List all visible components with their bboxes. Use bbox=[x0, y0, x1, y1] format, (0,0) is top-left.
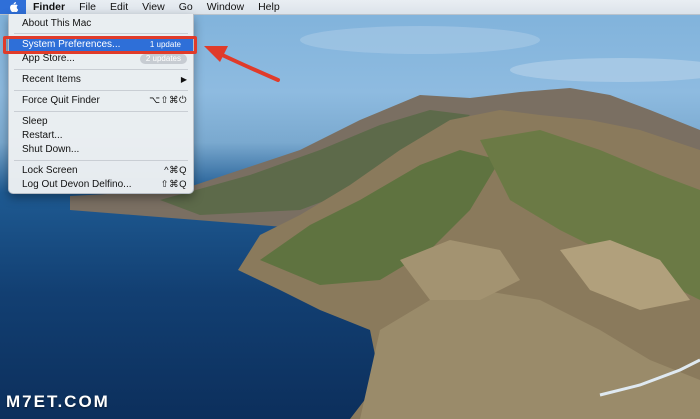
menu-item-label: Force Quit Finder bbox=[22, 95, 100, 106]
submenu-arrow-icon: ▶ bbox=[180, 75, 187, 84]
highlight-callout-box bbox=[3, 36, 197, 54]
menu-separator bbox=[14, 160, 188, 161]
watermark-text: M7ET.COM bbox=[6, 392, 110, 411]
update-badge: 2 updates bbox=[139, 54, 187, 64]
apple-icon bbox=[9, 2, 18, 12]
menu-item-about[interactable]: About This Mac bbox=[9, 17, 193, 31]
menu-item-label: Sleep bbox=[22, 116, 48, 127]
menu-item-log-out[interactable]: Log Out Devon Delfino... ⇧⌘Q bbox=[9, 178, 193, 192]
keyboard-shortcut: ^⌘Q bbox=[164, 165, 187, 176]
menu-separator bbox=[14, 90, 188, 91]
menu-view[interactable]: View bbox=[135, 0, 172, 14]
menu-item-label: About This Mac bbox=[22, 18, 92, 29]
menu-item-label: Shut Down... bbox=[22, 144, 80, 155]
menu-go[interactable]: Go bbox=[172, 0, 200, 14]
menu-item-label: Restart... bbox=[22, 130, 63, 141]
keyboard-shortcut: ⌥⇧⌘⏻ bbox=[149, 95, 187, 106]
menu-finder[interactable]: Finder bbox=[26, 0, 72, 14]
menu-item-shut-down[interactable]: Shut Down... bbox=[9, 143, 193, 157]
menu-separator bbox=[14, 111, 188, 112]
menu-separator bbox=[14, 33, 188, 34]
menu-item-label: Lock Screen bbox=[22, 165, 78, 176]
menu-bar: Finder File Edit View Go Window Help bbox=[0, 0, 700, 15]
menu-item-restart[interactable]: Restart... bbox=[9, 129, 193, 143]
menu-window[interactable]: Window bbox=[200, 0, 251, 14]
keyboard-shortcut: ⇧⌘Q bbox=[160, 179, 187, 190]
menu-item-label: Log Out Devon Delfino... bbox=[22, 179, 132, 190]
menu-item-recent-items[interactable]: Recent Items ▶ bbox=[9, 73, 193, 87]
menu-item-sleep[interactable]: Sleep bbox=[9, 115, 193, 129]
menu-file[interactable]: File bbox=[72, 0, 103, 14]
menu-item-lock-screen[interactable]: Lock Screen ^⌘Q bbox=[9, 164, 193, 178]
menu-item-label: App Store... bbox=[22, 53, 75, 64]
menu-edit[interactable]: Edit bbox=[103, 0, 135, 14]
menu-item-app-store[interactable]: App Store... 2 updates bbox=[9, 52, 193, 66]
menu-help[interactable]: Help bbox=[251, 0, 287, 14]
menu-item-label: Recent Items bbox=[22, 74, 81, 85]
red-arrow-icon bbox=[204, 46, 280, 82]
apple-menu-button[interactable] bbox=[0, 0, 26, 14]
menu-separator bbox=[14, 69, 188, 70]
menu-item-force-quit[interactable]: Force Quit Finder ⌥⇧⌘⏻ bbox=[9, 94, 193, 108]
